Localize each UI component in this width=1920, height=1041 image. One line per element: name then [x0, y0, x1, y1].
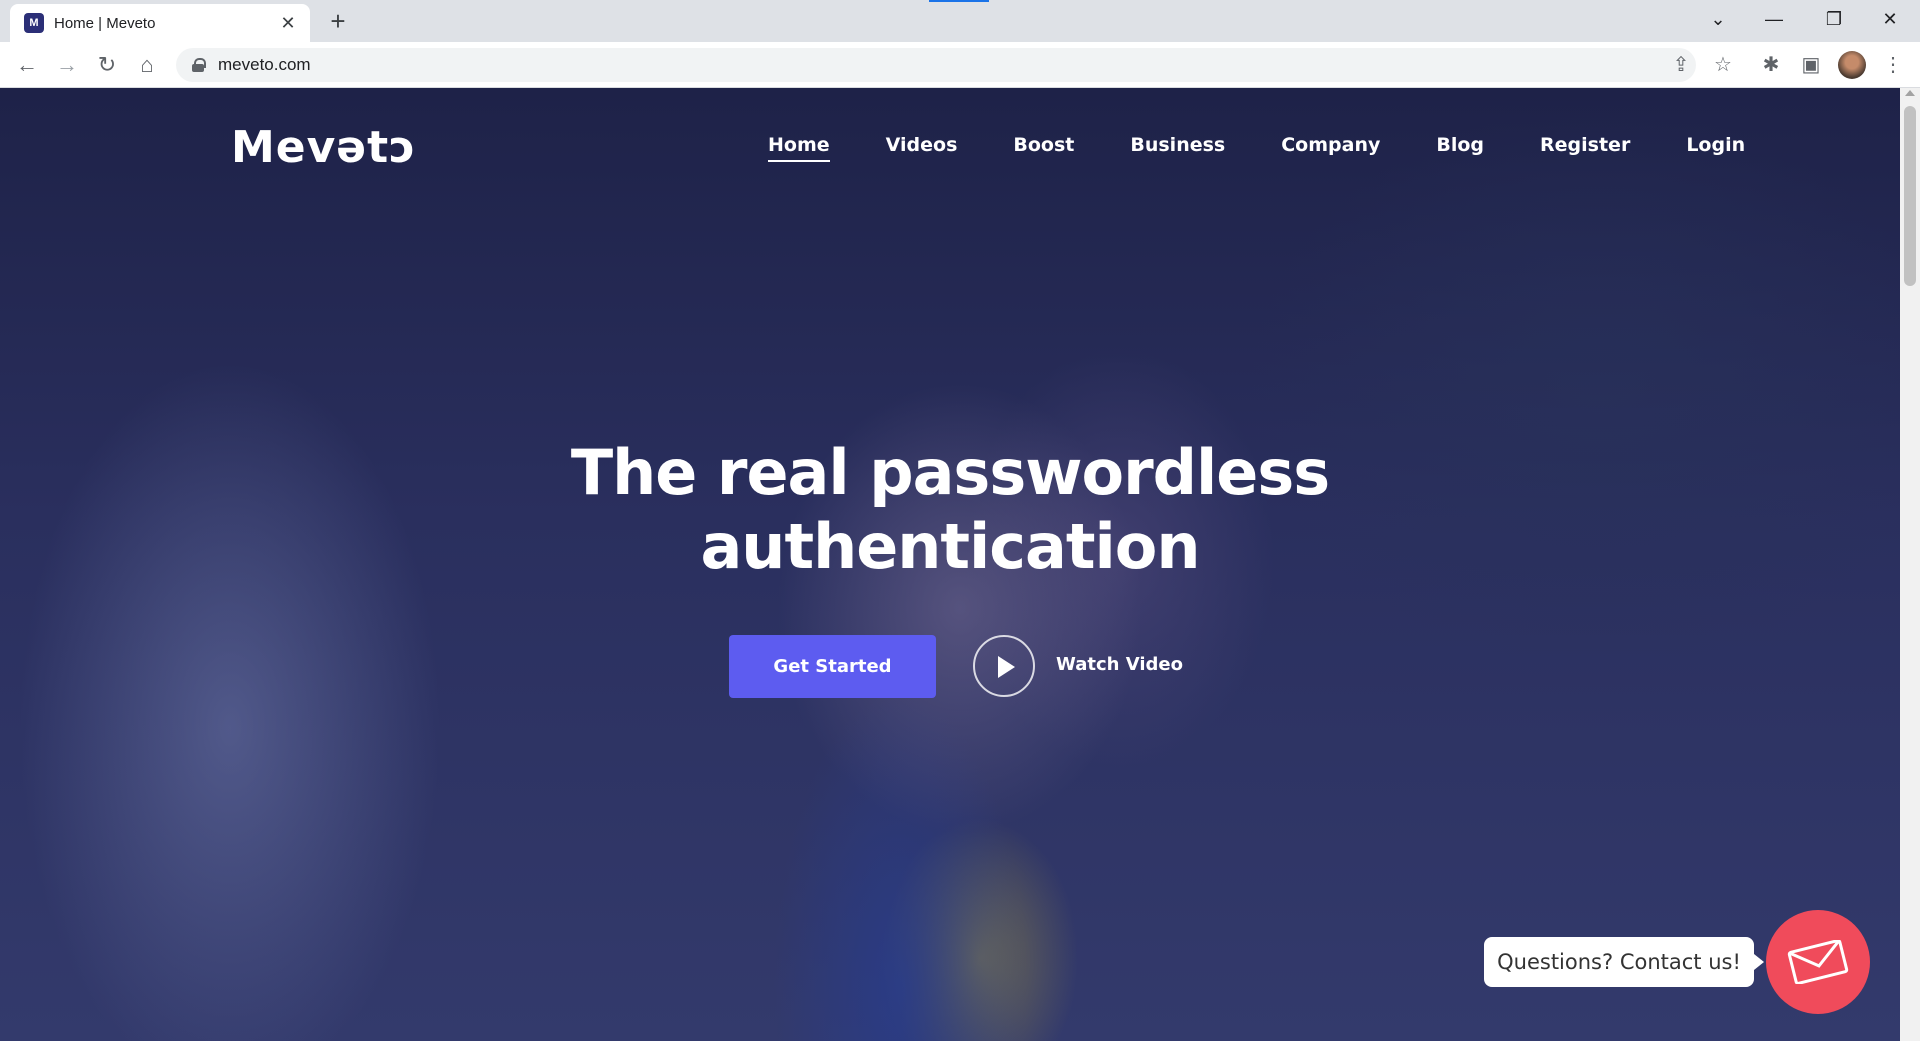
browser-toolbar: ← → ↻ ⌂ meveto.com ⇪ ☆ ✱ ▣ ⋮: [0, 42, 1920, 88]
tab-title: Home | Meveto: [54, 14, 156, 32]
tab-strip: M Home | Meveto ✕ + ⌄ — ❐ ✕: [0, 0, 1920, 42]
url-text[interactable]: meveto.com: [218, 55, 311, 75]
reload-icon[interactable]: ↻: [90, 48, 124, 82]
play-icon[interactable]: [973, 635, 1035, 697]
nav-blog[interactable]: Blog: [1436, 134, 1484, 162]
nav-company[interactable]: Company: [1281, 134, 1380, 162]
star-icon[interactable]: ☆: [1706, 48, 1740, 82]
scrollbar-thumb[interactable]: [1904, 106, 1916, 286]
contact-bubble[interactable]: Questions? Contact us!: [1484, 937, 1764, 987]
hero-section: Mevǝtɔ Home Videos Boost Business Compan…: [0, 88, 1900, 1041]
nav-register[interactable]: Register: [1540, 134, 1630, 162]
hero-title-pre: The: [570, 436, 717, 509]
tab-search-button[interactable]: ⌄: [1690, 4, 1746, 34]
envelope-icon: [1787, 940, 1849, 984]
sidebar-icon[interactable]: ▣: [1794, 48, 1828, 82]
home-icon[interactable]: ⌂: [130, 48, 164, 82]
tab-home[interactable]: M Home | Meveto ✕: [10, 4, 310, 42]
restore-button[interactable]: ❐: [1806, 4, 1862, 34]
tab-close-icon[interactable]: ✕: [278, 13, 298, 34]
contact-button[interactable]: [1766, 910, 1870, 1014]
share-icon[interactable]: ⇪: [1664, 48, 1698, 82]
hero-title-post: passwordless: [848, 436, 1330, 509]
nav-home[interactable]: Home: [768, 134, 830, 162]
nav-videos[interactable]: Videos: [886, 134, 958, 162]
nav-boost[interactable]: Boost: [1013, 134, 1074, 162]
menu-icon[interactable]: ⋮: [1876, 48, 1910, 82]
watch-video-link[interactable]: Watch Video: [1056, 654, 1183, 675]
hero-title-bold: real: [716, 436, 850, 509]
hero-title-line2: authentication: [700, 510, 1200, 583]
page-scrollbar[interactable]: [1900, 88, 1920, 1041]
close-window-button[interactable]: ✕: [1862, 4, 1918, 34]
nav-login[interactable]: Login: [1686, 134, 1745, 162]
profile-avatar[interactable]: [1838, 51, 1866, 79]
forward-icon[interactable]: →: [50, 48, 84, 82]
minimize-button[interactable]: —: [1746, 4, 1802, 34]
meveto-favicon-icon: M: [24, 13, 44, 33]
hero-title: The real passwordless authentication: [0, 436, 1900, 584]
address-bar[interactable]: meveto.com: [176, 48, 1696, 82]
tab-search-indicator: [929, 0, 989, 2]
lock-icon[interactable]: [192, 58, 206, 72]
get-started-button[interactable]: Get Started: [729, 635, 936, 698]
site-logo[interactable]: Mevǝtɔ: [231, 122, 416, 173]
back-icon[interactable]: ←: [10, 48, 44, 82]
new-tab-button[interactable]: +: [324, 8, 352, 36]
scroll-up-icon[interactable]: [1905, 90, 1915, 96]
main-nav: Home Videos Boost Business Company Blog …: [768, 134, 1801, 162]
extensions-icon[interactable]: ✱: [1754, 48, 1788, 82]
nav-business[interactable]: Business: [1130, 134, 1225, 162]
